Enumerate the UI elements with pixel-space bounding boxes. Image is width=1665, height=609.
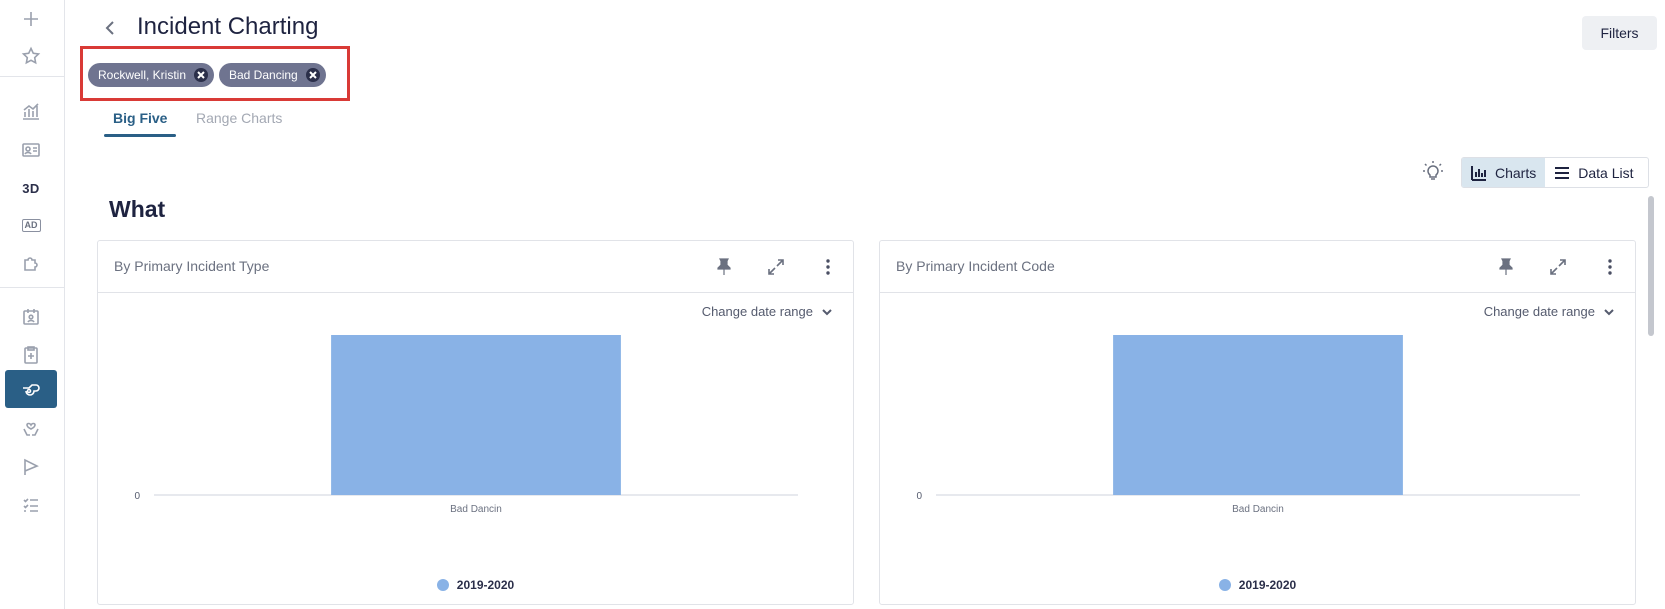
- more-options-icon[interactable]: [1600, 257, 1620, 277]
- analytics-icon[interactable]: [5, 92, 57, 130]
- sidebar-divider: [0, 287, 64, 288]
- remove-chip-icon[interactable]: [194, 68, 209, 82]
- expand-icon[interactable]: [1548, 257, 1568, 277]
- charts-label: Charts: [1495, 164, 1537, 181]
- date-range-label: Change date range: [1483, 304, 1595, 319]
- puzzle-icon[interactable]: [5, 244, 57, 282]
- pin-icon[interactable]: [714, 257, 734, 277]
- bar-chart-icon: [1471, 165, 1486, 181]
- caring-hands-icon[interactable]: [5, 410, 57, 448]
- calendar-person-icon[interactable]: [5, 298, 57, 336]
- filter-chip-student: Rockwell, Kristin: [88, 63, 215, 87]
- remove-chip-icon[interactable]: [305, 68, 320, 82]
- scrollbar[interactable]: [1648, 196, 1654, 336]
- data-list-view-button[interactable]: Data List: [1545, 158, 1642, 187]
- filter-chip-incident: Bad Dancing: [219, 63, 326, 87]
- charts-view-button[interactable]: Charts: [1462, 158, 1546, 187]
- legend-swatch: [1218, 579, 1231, 591]
- section-title: What: [109, 196, 166, 222]
- card-title: By Primary Incident Type: [114, 258, 270, 274]
- legend-label: 2019-2020: [456, 578, 515, 592]
- add-icon[interactable]: [5, 0, 57, 38]
- x-tick-label: Bad Dancin: [1232, 504, 1284, 515]
- bar: [1113, 335, 1403, 495]
- expand-icon[interactable]: [766, 257, 786, 277]
- active-tab-indicator: [104, 134, 176, 137]
- pin-icon[interactable]: [1496, 257, 1516, 277]
- filters-button[interactable]: Filters: [1582, 16, 1657, 50]
- back-chevron-icon[interactable]: [100, 18, 120, 38]
- 3d-icon[interactable]: 3D: [5, 169, 57, 207]
- legend-label: 2019-2020: [1238, 578, 1297, 592]
- more-options-icon[interactable]: [818, 257, 838, 277]
- change-date-range-dropdown[interactable]: Change date range: [1484, 304, 1615, 319]
- card-header: By Primary Incident Code: [880, 241, 1635, 293]
- y-tick-label: 0: [916, 491, 922, 502]
- chart-card-incident-type: By Primary Incident Type Change date ran…: [97, 240, 854, 605]
- chevron-down-icon: [822, 308, 832, 315]
- lightbulb-icon[interactable]: [1422, 160, 1444, 182]
- bar-chart: 0 Bad Dancin: [916, 335, 1580, 515]
- card-header: By Primary Incident Type: [98, 241, 853, 293]
- card-title: By Primary Incident Code: [896, 258, 1055, 274]
- id-card-icon[interactable]: [5, 131, 57, 169]
- chart-legend: 2019-2020: [880, 578, 1635, 592]
- chevron-down-icon: [1604, 308, 1614, 315]
- legend-swatch: [436, 579, 449, 591]
- data-list-label: Data List: [1578, 164, 1634, 181]
- bar-chart: 0 Bad Dancin: [134, 335, 798, 515]
- page-title: Incident Charting: [137, 13, 319, 40]
- chip-label: Bad Dancing: [229, 68, 298, 82]
- y-tick-label: 0: [134, 491, 140, 502]
- tab-range-charts[interactable]: Range Charts: [196, 110, 282, 126]
- sidebar: 3D AD: [0, 0, 65, 609]
- checklist-icon[interactable]: [5, 486, 57, 524]
- flag-icon[interactable]: [5, 448, 57, 486]
- chart-legend: 2019-2020: [98, 578, 853, 592]
- ad-icon[interactable]: AD: [5, 206, 57, 244]
- selected-filters: Rockwell, Kristin Bad Dancing: [80, 46, 350, 101]
- x-tick-label: Bad Dancin: [450, 504, 502, 515]
- tab-big-five[interactable]: Big Five: [113, 110, 167, 126]
- list-icon: [1555, 166, 1570, 179]
- bar: [331, 335, 621, 495]
- clipboard-medical-icon[interactable]: [5, 336, 57, 374]
- view-toggle: Charts Data List: [1461, 157, 1649, 188]
- whistle-icon[interactable]: [5, 370, 57, 408]
- chart-card-incident-code: By Primary Incident Code Change date ran…: [879, 240, 1636, 605]
- chip-label: Rockwell, Kristin: [98, 68, 187, 82]
- date-range-label: Change date range: [701, 304, 813, 319]
- sidebar-divider: [0, 76, 64, 77]
- star-icon[interactable]: [5, 37, 57, 75]
- change-date-range-dropdown[interactable]: Change date range: [702, 304, 833, 319]
